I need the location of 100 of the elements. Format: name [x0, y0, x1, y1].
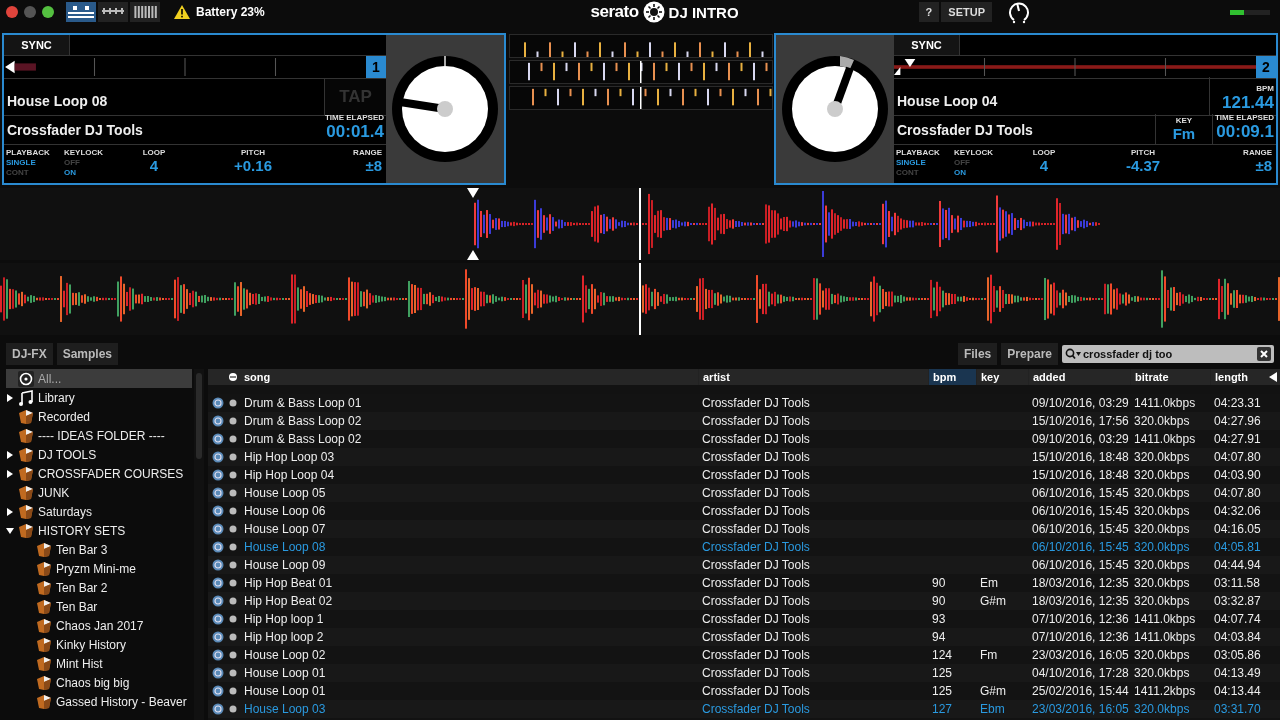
crate-item[interactable]: JUNK — [6, 483, 192, 502]
layout-button[interactable] — [98, 2, 128, 22]
track-row[interactable]: Hip Hop Beat 02 Crossfader DJ Tools 90 G#m 18/03/2016, 12:35 320.0kbps 03:32.87 — [208, 592, 1280, 610]
crate-item[interactable]: Chaos big big — [6, 673, 192, 692]
column-header[interactable]: length — [1210, 369, 1266, 385]
scrollbar[interactable] — [196, 373, 202, 459]
track-row[interactable]: House Loop 03 Crossfader DJ Tools 127 Ebm 23/03/2016, 16:05 320.0kbps 03:31.70 — [208, 700, 1280, 718]
keylock-label: KEYLOCK — [954, 148, 995, 158]
search-field[interactable]: crossfader dj too — [1062, 345, 1274, 363]
sync-button[interactable]: SYNC — [894, 35, 960, 55]
table-cell: 04:05.81 — [1214, 540, 1261, 554]
column-header[interactable]: added — [1028, 369, 1130, 385]
crate-item[interactable]: Gassed History - Beaver — [6, 692, 192, 711]
waveform-drawing[interactable] — [0, 188, 1280, 260]
help-button[interactable]: ? — [918, 2, 940, 22]
crate-item[interactable]: CROSSFADER COURSES — [6, 464, 192, 483]
table-cell: 320.0kbps — [1134, 450, 1190, 464]
crate-item[interactable]: Recorded — [6, 407, 192, 426]
table-cell: Crossfader DJ Tools — [702, 522, 810, 536]
expand-arrow-icon[interactable] — [6, 393, 14, 402]
maximize-button[interactable] — [42, 6, 54, 18]
expand-arrow-icon[interactable] — [6, 526, 14, 535]
table-cell: House Loop 01 — [244, 666, 326, 680]
setup-button[interactable]: SETUP — [941, 2, 992, 22]
crate-item[interactable]: Saturdays — [6, 502, 192, 521]
pitch-value: +0.16 — [234, 157, 272, 174]
panel-button[interactable]: Files — [957, 343, 998, 365]
sort-icon[interactable] — [229, 373, 237, 381]
panel-button[interactable]: Prepare — [1001, 343, 1058, 365]
file-icon — [212, 649, 224, 661]
crate-item[interactable]: Ten Bar 2 — [6, 578, 192, 597]
track-artist: Crossfader DJ Tools — [6, 122, 144, 140]
crate-item[interactable]: DJ TOOLS — [6, 445, 192, 464]
track-row[interactable]: House Loop 05 Crossfader DJ Tools 06/10/2016, 15:45 320.0kbps 04:07.80 — [208, 484, 1280, 502]
track-row[interactable]: Hip Hop Loop 03 Crossfader DJ Tools 15/10/2016, 18:48 320.0kbps 04:07.80 — [208, 448, 1280, 466]
crate-item[interactable]: Mint Hist — [6, 654, 192, 673]
crate-icon — [36, 617, 52, 634]
minimize-button[interactable] — [24, 6, 36, 18]
status-dot-icon — [229, 435, 237, 443]
table-cell: 04:32.06 — [1214, 504, 1261, 518]
track-row[interactable]: House Loop 07 Crossfader DJ Tools 06/10/2016, 15:45 320.0kbps 04:16.05 — [208, 520, 1280, 538]
knob-icon[interactable] — [1008, 0, 1030, 24]
crate-item[interactable]: Pryzm Mini-me — [6, 559, 192, 578]
crate-item[interactable]: Kinky History — [6, 635, 192, 654]
layout-button[interactable] — [130, 2, 160, 22]
table-cell: Crossfader DJ Tools — [702, 432, 810, 446]
crate-item[interactable]: HISTORY SETS — [6, 521, 192, 540]
table-cell: 04:03.84 — [1214, 630, 1261, 644]
clear-icon[interactable] — [1257, 347, 1271, 361]
table-cell: Crossfader DJ Tools — [702, 396, 810, 410]
layout-button[interactable] — [66, 2, 96, 22]
crate-item[interactable]: Ten Bar 3 — [6, 540, 192, 559]
column-header[interactable]: key — [976, 369, 1028, 385]
table-cell: 06/10/2016, 15:45 — [1032, 504, 1129, 518]
keylock-option[interactable]: ON — [954, 168, 1012, 178]
track-row[interactable]: Hip Hop loop 2 Crossfader DJ Tools 94 07/10/2016, 12:36 1411.0kbps 04:03.84 — [208, 628, 1280, 646]
column-header[interactable]: song — [240, 369, 698, 385]
table-cell: 04:27.96 — [1214, 414, 1261, 428]
expand-arrow-icon[interactable] — [6, 450, 14, 459]
key-label: KEY — [1175, 116, 1193, 125]
table-cell: Crossfader DJ Tools — [702, 504, 810, 518]
crate-item[interactable]: ---- IDEAS FOLDER ---- — [6, 426, 192, 445]
expand-arrow-icon[interactable] — [6, 469, 14, 478]
table-cell: Crossfader DJ Tools — [702, 666, 810, 680]
file-icon — [212, 433, 224, 445]
table-cell: 320.0kbps — [1134, 504, 1190, 518]
close-button[interactable] — [6, 6, 18, 18]
track-row[interactable]: Drum & Bass Loop 02 Crossfader DJ Tools 15/10/2016, 17:56 320.0kbps 04:27.96 — [208, 412, 1280, 430]
table-cell: House Loop 02 — [244, 648, 326, 662]
panel-tab[interactable]: Samples — [56, 343, 119, 365]
crate-item[interactable]: Ten Bar — [6, 597, 192, 616]
crate-item[interactable]: All... — [6, 369, 192, 388]
playback-option[interactable]: SINGLE — [896, 158, 954, 168]
crate-item[interactable]: Library — [6, 388, 192, 407]
table-cell: Drum & Bass Loop 02 — [244, 414, 362, 428]
table-cell: 90 — [932, 576, 946, 590]
table-cell: 04:13.49 — [1214, 666, 1261, 680]
collapse-arrow-icon[interactable] — [1269, 372, 1277, 382]
crate-item[interactable]: Chaos Jan 2017 — [6, 616, 192, 635]
keylock-option[interactable]: ON — [64, 168, 122, 178]
logo: serato — [590, 2, 639, 22]
sync-button[interactable]: SYNC — [4, 35, 70, 55]
status-dot-icon — [229, 651, 237, 659]
panel-tab[interactable]: DJ-FX — [6, 343, 53, 365]
table-cell: 04/10/2016, 17:28 — [1032, 666, 1129, 680]
column-header[interactable]: bitrate — [1130, 369, 1210, 385]
expand-arrow-icon[interactable] — [6, 507, 14, 516]
table-cell: 320.0kbps — [1134, 414, 1190, 428]
track-row[interactable]: House Loop 09 Crossfader DJ Tools 06/10/2016, 15:45 320.0kbps 04:44.94 — [208, 556, 1280, 574]
table-cell: 320.0kbps — [1134, 558, 1190, 572]
track-row[interactable]: House Loop 01 Crossfader DJ Tools 125 04/10/2016, 17:28 320.0kbps 04:13.49 — [208, 664, 1280, 682]
pitch-label: PITCH — [1131, 148, 1155, 157]
table-cell: Crossfader DJ Tools — [702, 648, 810, 662]
column-header[interactable]: bpm — [928, 369, 976, 385]
waveform-drawing[interactable] — [0, 263, 1280, 335]
file-icon — [212, 631, 224, 643]
platter-drawing[interactable] — [780, 54, 890, 164]
playback-option[interactable]: SINGLE — [6, 158, 64, 168]
layout-icon — [67, 5, 95, 19]
platter-drawing[interactable] — [390, 54, 500, 164]
